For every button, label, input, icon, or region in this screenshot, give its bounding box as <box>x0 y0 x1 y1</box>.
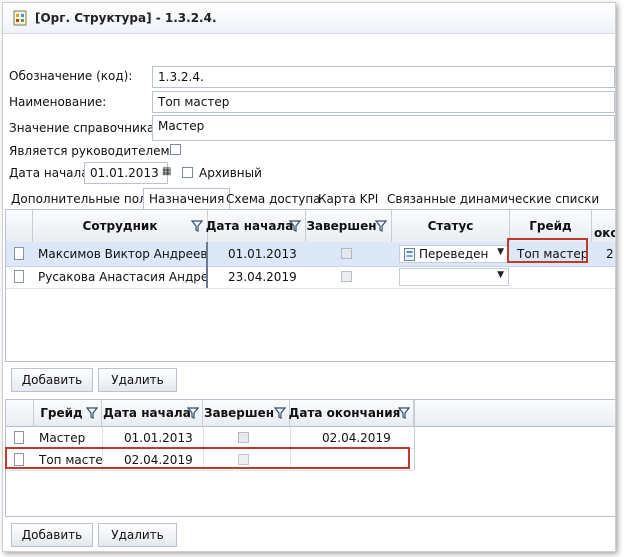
chevron-down-icon[interactable]: ▼ <box>497 247 504 257</box>
org-structure-icon <box>13 10 27 26</box>
code-field[interactable]: 1.3.2.4. <box>152 66 615 88</box>
employee-cell: Максимов Виктор Андреевич <box>38 247 206 261</box>
filter-icon[interactable] <box>86 407 98 419</box>
assignments-grid: Сотрудник Дата начала Завершен Статус Гр… <box>5 209 615 362</box>
col-done[interactable]: Завершен <box>306 210 392 242</box>
col-start-date-label: Дата начала <box>205 219 294 233</box>
col-grade-label: Грейд <box>529 219 572 233</box>
done-checkbox[interactable] <box>341 248 352 259</box>
col-end-date-label: око <box>594 226 615 240</box>
status-value: Переведен <box>419 247 489 261</box>
start-date-label: Дата начала <box>9 166 89 180</box>
col-grade[interactable]: Грейд <box>34 400 102 426</box>
col-start-date-label: Дата начала <box>103 406 191 420</box>
grade-row-highlight <box>5 447 410 469</box>
filter-icon[interactable] <box>274 407 286 419</box>
column-splitter[interactable] <box>206 242 208 288</box>
filter-icon[interactable] <box>191 220 203 232</box>
table-row[interactable]: Русакова Анастасия Андреевна 23.04.2019 … <box>6 266 615 289</box>
filter-icon[interactable] <box>289 220 301 232</box>
col-end-date[interactable]: Дата окончания <box>288 400 414 426</box>
window-title: [Орг. Структура] - 1.3.2.4. <box>35 11 217 25</box>
reference-label: Значение справочника: <box>9 121 159 135</box>
document-icon <box>14 270 24 283</box>
archive-label: Архивный <box>199 166 262 180</box>
name-label: Наименование: <box>9 95 107 109</box>
archive-checkbox[interactable] <box>182 167 193 178</box>
chevron-down-icon[interactable]: ▼ <box>497 270 504 280</box>
table-row[interactable]: Мастер 01.01.2013 02.04.2019 <box>6 427 414 449</box>
col-done[interactable]: Завершен <box>203 400 290 426</box>
col-status-label: Статус <box>427 219 474 233</box>
done-checkbox[interactable] <box>238 432 249 443</box>
col-start-date[interactable]: Дата начала <box>205 210 306 242</box>
col-end-date[interactable]: око <box>592 210 615 242</box>
col-status[interactable]: Статус <box>392 210 510 242</box>
done-checkbox[interactable] <box>341 271 352 282</box>
col-done-label: Завершен <box>203 406 275 420</box>
delete-grade-button[interactable]: Удалить <box>98 523 177 547</box>
document-icon <box>14 247 24 260</box>
is-head-label: Является руководителем: <box>9 144 174 158</box>
filter-icon[interactable] <box>375 220 387 232</box>
grade-history-header: Грейд Дата начала Завершен Дата окончани… <box>6 400 615 427</box>
col-start-date[interactable]: Дата начала <box>102 400 203 426</box>
start-date-field[interactable]: 01.01.2013 <box>84 162 168 184</box>
grade-cell: Мастер <box>39 431 86 445</box>
status-dropdown[interactable]: Переведен ▼ <box>399 245 509 263</box>
add-grade-button[interactable]: Добавить <box>11 523 93 547</box>
tab-strip: Дополнительные поля Назначения Схема дос… <box>7 188 613 210</box>
add-assignment-button[interactable]: Добавить <box>11 368 93 392</box>
col-done-label: Завершен <box>306 219 377 233</box>
employee-cell: Русакова Анастасия Андреевна <box>38 270 206 284</box>
col-employee[interactable]: Сотрудник <box>33 210 208 242</box>
col-employee-label: Сотрудник <box>82 219 158 233</box>
is-head-checkbox[interactable] <box>170 144 181 155</box>
title-bar: [Орг. Структура] - 1.3.2.4. <box>3 3 615 34</box>
status-dropdown[interactable]: ▼ <box>399 268 509 286</box>
main-window: [Орг. Структура] - 1.3.2.4. Обозначение … <box>2 2 616 552</box>
col-grade-label: Грейд <box>40 406 83 420</box>
grade-highlight <box>507 238 588 263</box>
transfer-document-icon <box>404 248 415 261</box>
col-end-date-label: Дата окончания <box>288 406 401 420</box>
name-field[interactable]: Топ мастер <box>152 91 615 113</box>
end-date-cell: 02.04.2019 <box>322 431 391 445</box>
tab-assignments[interactable]: Назначения <box>143 188 231 210</box>
document-icon <box>14 431 24 444</box>
end-date-cell: 2 <box>606 247 614 261</box>
start-date-cell: 23.04.2019 <box>228 270 297 284</box>
start-date-cell: 01.01.2013 <box>124 431 193 445</box>
delete-assignment-button[interactable]: Удалить <box>98 368 177 392</box>
filter-icon[interactable] <box>187 407 199 419</box>
filter-icon[interactable] <box>398 407 410 419</box>
start-date-cell: 01.01.2013 <box>228 247 297 261</box>
reference-field[interactable]: Мастер <box>152 115 615 141</box>
code-label: Обозначение (код): <box>9 69 133 83</box>
calendar-icon[interactable]: ▦ <box>162 166 172 178</box>
